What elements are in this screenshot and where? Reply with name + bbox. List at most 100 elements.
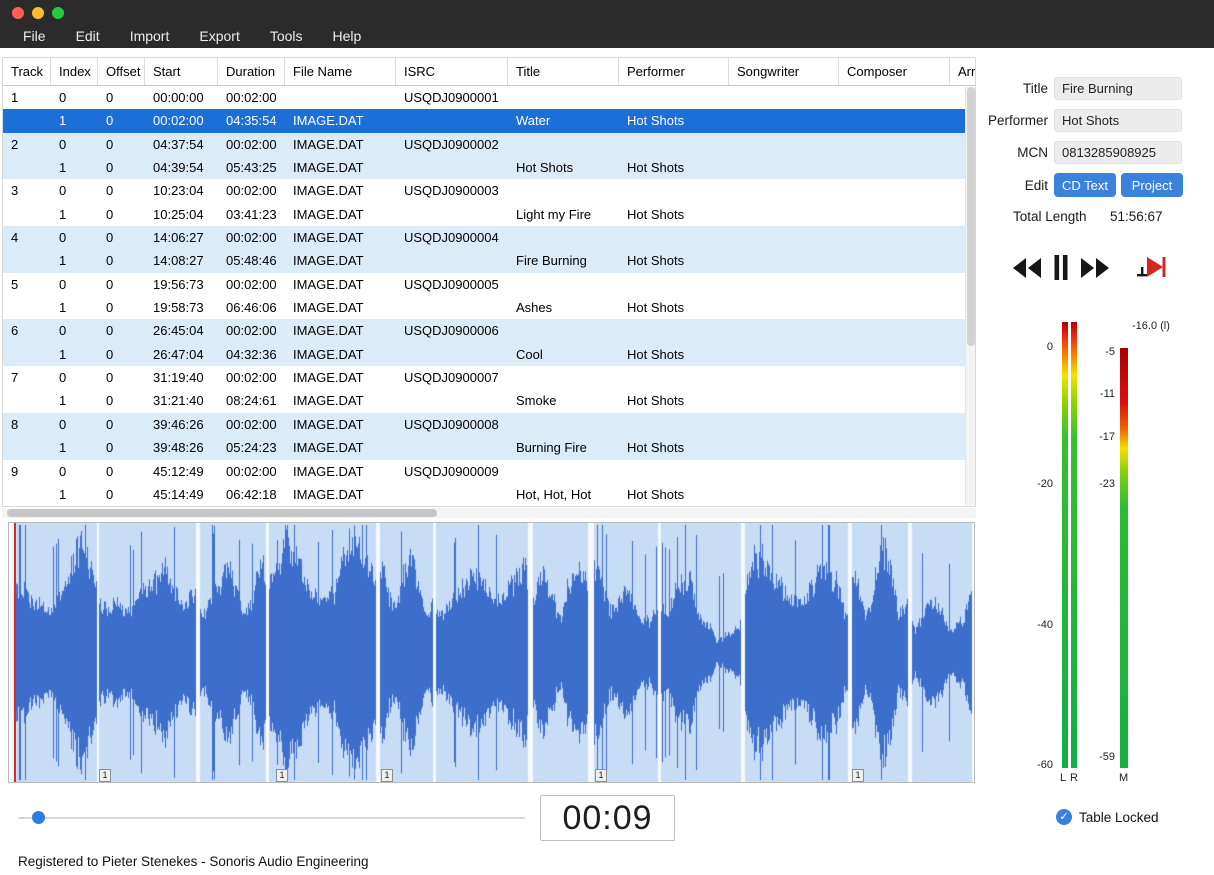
fast-forward-icon: [1080, 257, 1110, 282]
table-row[interactable]: 1000:02:0004:35:54IMAGE.DATWaterHot Shot…: [3, 109, 975, 132]
menu-file[interactable]: File: [8, 24, 61, 48]
table-row[interactable]: 80039:46:2600:02:00IMAGE.DATUSQDJ0900008: [3, 413, 975, 436]
cell-offset: 0: [98, 343, 145, 366]
index-marker[interactable]: 1: [852, 769, 864, 782]
column-header-track[interactable]: Track: [3, 58, 51, 85]
cell-title: Smoke: [508, 389, 619, 412]
cell-isrc: [396, 203, 508, 226]
vertical-scrollbar-thumb[interactable]: [967, 87, 975, 346]
performer-input[interactable]: [1054, 109, 1182, 132]
table-row[interactable]: 90045:12:4900:02:00IMAGE.DATUSQDJ0900009: [3, 460, 975, 483]
cell-index: 1: [51, 343, 98, 366]
cell-isrc: [396, 156, 508, 179]
column-header-start[interactable]: Start: [145, 58, 218, 85]
table-row[interactable]: 40014:06:2700:02:00IMAGE.DATUSQDJ0900004: [3, 226, 975, 249]
title-input[interactable]: [1054, 77, 1182, 100]
cell-duration: 05:43:25: [218, 156, 285, 179]
cell-performer: Hot Shots: [619, 436, 729, 459]
cell-offset: 0: [98, 413, 145, 436]
cell-index: 0: [51, 366, 98, 389]
cell-duration: 04:32:36: [218, 343, 285, 366]
column-header-songwriter[interactable]: Songwriter: [729, 58, 839, 85]
table-row[interactable]: 1014:08:2705:48:46IMAGE.DATFire BurningH…: [3, 249, 975, 272]
cell-track: 6: [3, 319, 51, 342]
cell-duration: 06:42:18: [218, 483, 285, 506]
cell-performer: [619, 366, 729, 389]
table-row[interactable]: 1026:47:0404:32:36IMAGE.DATCoolHot Shots: [3, 343, 975, 366]
cell-songwriter: [729, 460, 839, 483]
project-button[interactable]: Project: [1121, 173, 1183, 197]
cell-duration: 00:02:00: [218, 413, 285, 436]
table-row[interactable]: 1010:25:0403:41:23IMAGE.DATLight my Fire…: [3, 203, 975, 226]
seek-slider-thumb[interactable]: [32, 811, 45, 824]
horizontal-scrollbar-thumb[interactable]: [7, 509, 437, 517]
table-locked-indicator[interactable]: ✓ Table Locked: [1056, 809, 1159, 825]
cell-offset: 0: [98, 226, 145, 249]
cell-start: 26:45:04: [145, 319, 218, 342]
cell-track: 4: [3, 226, 51, 249]
column-header-title[interactable]: Title: [508, 58, 619, 85]
waveform-display[interactable]: 1 1 1 1 1: [8, 522, 975, 783]
column-header-offset[interactable]: Offset: [98, 58, 145, 85]
table-row[interactable]: 10000:00:0000:02:00USQDJ0900001: [3, 86, 975, 109]
index-marker[interactable]: 1: [595, 769, 607, 782]
table-row[interactable]: 1004:39:5405:43:25IMAGE.DATHot ShotsHot …: [3, 156, 975, 179]
cd-text-button[interactable]: CD Text: [1054, 173, 1116, 197]
menu-import[interactable]: Import: [115, 24, 185, 48]
close-window-button[interactable]: [12, 7, 24, 19]
cell-offset: 0: [98, 319, 145, 342]
cell-title: [508, 133, 619, 156]
cell-title: Hot, Hot, Hot: [508, 483, 619, 506]
table-row[interactable]: 1039:48:2605:24:23IMAGE.DATBurning FireH…: [3, 436, 975, 459]
index-marker[interactable]: 1: [381, 769, 393, 782]
table-row[interactable]: 1045:14:4906:42:18IMAGE.DATHot, Hot, Hot…: [3, 483, 975, 506]
m-scale-17: -17: [1089, 431, 1115, 443]
horizontal-scrollbar[interactable]: [2, 508, 976, 518]
table-row[interactable]: 1019:58:7306:46:06IMAGE.DATAshesHot Shot…: [3, 296, 975, 319]
menu-edit[interactable]: Edit: [61, 24, 115, 48]
pause-button[interactable]: [1053, 254, 1069, 284]
fast-forward-button[interactable]: [1080, 257, 1110, 282]
app-window: FileEditImportExportToolsHelp TrackIndex…: [0, 0, 1214, 875]
table-locked-label: Table Locked: [1079, 810, 1159, 825]
mcn-input[interactable]: [1054, 141, 1182, 164]
cell-file: IMAGE.DAT: [285, 249, 396, 272]
cell-track: [3, 343, 51, 366]
table-row[interactable]: 60026:45:0400:02:00IMAGE.DATUSQDJ0900006: [3, 319, 975, 342]
cell-performer: [619, 133, 729, 156]
index-marker[interactable]: 1: [99, 769, 111, 782]
lr-scale-0: 0: [1027, 341, 1053, 353]
column-header-performer[interactable]: Performer: [619, 58, 729, 85]
minimize-window-button[interactable]: [32, 7, 44, 19]
cell-track: 7: [3, 366, 51, 389]
seek-slider-track[interactable]: [18, 817, 525, 819]
table-row[interactable]: 70031:19:4000:02:00IMAGE.DATUSQDJ0900007: [3, 366, 975, 389]
column-header-composer[interactable]: Composer: [839, 58, 950, 85]
vertical-scrollbar[interactable]: [965, 87, 975, 505]
column-header-file-name[interactable]: File Name: [285, 58, 396, 85]
table-row[interactable]: 1031:21:4008:24:61IMAGE.DATSmokeHot Shot…: [3, 389, 975, 412]
column-header-arr[interactable]: Arr: [950, 58, 975, 85]
zoom-window-button[interactable]: [52, 7, 64, 19]
m-scale-23: -23: [1089, 478, 1115, 490]
column-header-index[interactable]: Index: [51, 58, 98, 85]
cell-isrc: USQDJ0900007: [396, 366, 508, 389]
cell-duration: 00:02:00: [218, 319, 285, 342]
cell-isrc: USQDJ0900004: [396, 226, 508, 249]
table-row[interactable]: 30010:23:0400:02:00IMAGE.DATUSQDJ0900003: [3, 179, 975, 202]
menu-help[interactable]: Help: [318, 24, 377, 48]
play-to-end-icon: [1135, 254, 1167, 284]
index-marker[interactable]: 1: [276, 769, 288, 782]
cell-duration: 00:02:00: [218, 366, 285, 389]
column-header-duration[interactable]: Duration: [218, 58, 285, 85]
cell-isrc: USQDJ0900002: [396, 133, 508, 156]
rewind-button[interactable]: [1012, 257, 1042, 282]
cell-performer: [619, 226, 729, 249]
menu-tools[interactable]: Tools: [255, 24, 318, 48]
table-row[interactable]: 50019:56:7300:02:00IMAGE.DATUSQDJ0900005: [3, 273, 975, 296]
column-header-isrc[interactable]: ISRC: [396, 58, 508, 85]
play-to-end-button[interactable]: [1135, 254, 1167, 284]
table-row[interactable]: 20004:37:5400:02:00IMAGE.DATUSQDJ0900002: [3, 133, 975, 156]
menu-export[interactable]: Export: [184, 24, 254, 48]
cell-title: Cool: [508, 343, 619, 366]
